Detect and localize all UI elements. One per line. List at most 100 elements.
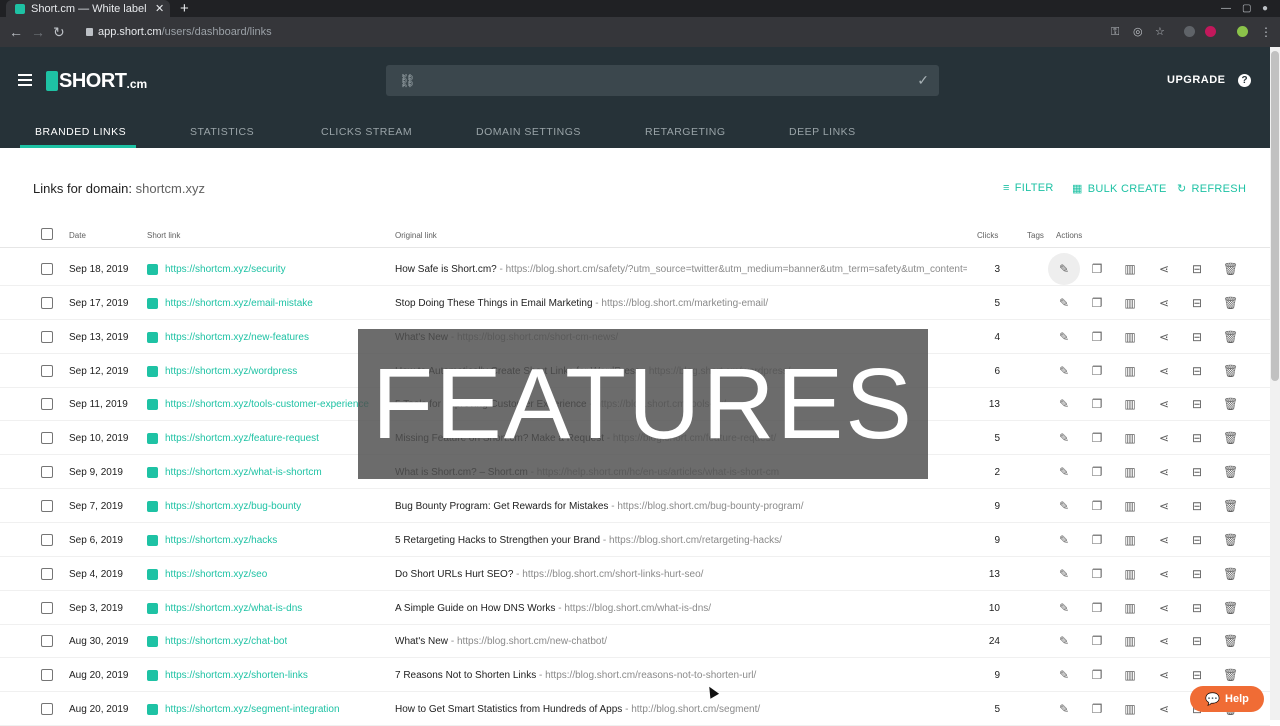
menu-icon[interactable] (18, 74, 32, 86)
row-checkbox[interactable] (41, 432, 53, 444)
edit-icon[interactable]: ✎ (1057, 499, 1071, 513)
back-icon[interactable]: ← (9, 24, 23, 40)
archive-icon[interactable]: ⊟ (1190, 364, 1204, 378)
archive-icon[interactable]: ⊟ (1190, 465, 1204, 479)
archive-icon[interactable]: ⊟ (1190, 601, 1204, 615)
delete-icon[interactable]: 🗑 (1223, 431, 1238, 445)
edit-icon[interactable]: ✎ (1057, 465, 1071, 479)
share-icon[interactable]: ⋖ (1157, 364, 1171, 378)
copy-icon[interactable]: ❐ (1090, 533, 1104, 547)
share-icon[interactable]: ⋖ (1157, 533, 1171, 547)
row-checkbox[interactable] (41, 331, 53, 343)
row-checkbox[interactable] (41, 297, 53, 309)
row-checkbox[interactable] (41, 534, 53, 546)
row-short-link[interactable]: https://shortcm.xyz/bug-bounty (165, 501, 301, 512)
copy-icon[interactable]: ❐ (1090, 499, 1104, 513)
statistics-icon[interactable]: ▥ (1123, 668, 1137, 682)
row-short-link[interactable]: https://shortcm.xyz/new-features (165, 332, 309, 343)
delete-icon[interactable]: 🗑 (1223, 330, 1238, 344)
row-original-link[interactable]: 7 Reasons Not to Shorten Links - https:/… (395, 670, 967, 681)
delete-icon[interactable]: 🗑 (1223, 262, 1238, 276)
statistics-icon[interactable]: ▥ (1123, 601, 1137, 615)
tab-branded-links[interactable]: BRANDED LINKS (35, 126, 126, 138)
reload-icon[interactable]: ↻ (53, 24, 65, 40)
copy-icon[interactable]: ❐ (1090, 431, 1104, 445)
address-bar[interactable]: app.short.cm/users/dashboard/links (98, 25, 272, 39)
window-close-icon[interactable]: ● (1262, 0, 1268, 17)
refresh-button[interactable]: ↻ REFRESH (1177, 182, 1246, 195)
edit-icon[interactable]: ✎ (1057, 262, 1071, 276)
archive-icon[interactable]: ⊟ (1190, 567, 1204, 581)
delete-icon[interactable]: 🗑 (1223, 601, 1238, 615)
domain-name[interactable]: shortcm.xyz (136, 181, 205, 196)
statistics-icon[interactable]: ▥ (1123, 533, 1137, 547)
row-short-link[interactable]: https://shortcm.xyz/what-is-shortcm (165, 467, 322, 478)
edit-icon[interactable]: ✎ (1057, 364, 1071, 378)
share-icon[interactable]: ⋖ (1157, 296, 1171, 310)
edit-icon[interactable]: ✎ (1057, 702, 1071, 716)
share-icon[interactable]: ⋖ (1157, 262, 1171, 276)
edit-icon[interactable]: ✎ (1057, 397, 1071, 411)
archive-icon[interactable]: ⊟ (1190, 499, 1204, 513)
statistics-icon[interactable]: ▥ (1123, 397, 1137, 411)
share-icon[interactable]: ⋖ (1157, 499, 1171, 513)
edit-icon[interactable]: ✎ (1057, 330, 1071, 344)
table-row[interactable]: Sep 3, 2019 https://shortcm.xyz/what-is-d… (0, 591, 1270, 625)
upgrade-button[interactable]: UPGRADE (1167, 74, 1226, 86)
row-checkbox[interactable] (41, 500, 53, 512)
row-original-link[interactable]: Do Short URLs Hurt SEO? - https://blog.s… (395, 569, 967, 580)
delete-icon[interactable]: 🗑 (1223, 567, 1238, 581)
delete-icon[interactable]: 🗑 (1223, 499, 1238, 513)
row-short-link[interactable]: https://shortcm.xyz/feature-request (165, 433, 319, 444)
archive-icon[interactable]: ⊟ (1190, 533, 1204, 547)
copy-icon[interactable]: ❐ (1090, 364, 1104, 378)
extension-icon[interactable] (1184, 26, 1195, 37)
row-checkbox[interactable] (41, 263, 53, 275)
table-row[interactable]: Sep 7, 2019 https://shortcm.xyz/bug-bount… (0, 489, 1270, 523)
row-short-link[interactable]: https://shortcm.xyz/tools-customer-exper… (165, 399, 369, 410)
row-original-link[interactable]: 5 Retargeting Hacks to Strengthen your B… (395, 535, 967, 546)
tab-statistics[interactable]: STATISTICS (190, 126, 254, 138)
table-row[interactable]: Sep 6, 2019 https://shortcm.xyz/hacks 5 Re… (0, 523, 1270, 557)
statistics-icon[interactable]: ▥ (1123, 567, 1137, 581)
table-row[interactable]: Sep 18, 2019 https://shortcm.xyz/security… (0, 252, 1270, 286)
share-icon[interactable]: ⋖ (1157, 668, 1171, 682)
statistics-icon[interactable]: ▥ (1123, 262, 1137, 276)
row-checkbox[interactable] (41, 635, 53, 647)
target-icon[interactable]: ◎ (1133, 24, 1143, 40)
share-icon[interactable]: ⋖ (1157, 397, 1171, 411)
row-short-link[interactable]: https://shortcm.xyz/hacks (165, 535, 277, 546)
tab-deep-links[interactable]: DEEP LINKS (789, 126, 856, 138)
shortcm-logo[interactable]: SHORT .cm (46, 69, 147, 93)
scrollbar-thumb[interactable] (1271, 51, 1279, 381)
new-tab-icon[interactable]: + (180, 0, 189, 17)
archive-icon[interactable]: ⊟ (1190, 634, 1204, 648)
column-original-link[interactable]: Original link (395, 231, 437, 240)
archive-icon[interactable]: ⊟ (1190, 431, 1204, 445)
column-date[interactable]: Date (69, 231, 86, 240)
archive-icon[interactable]: ⊟ (1190, 668, 1204, 682)
select-all-checkbox[interactable] (41, 228, 53, 240)
row-short-link[interactable]: https://shortcm.xyz/shorten-links (165, 670, 308, 681)
copy-icon[interactable]: ❐ (1090, 397, 1104, 411)
column-clicks[interactable]: Clicks (977, 231, 998, 240)
edit-icon[interactable]: ✎ (1057, 296, 1071, 310)
row-checkbox[interactable] (41, 703, 53, 715)
help-widget-button[interactable]: 💬 Help (1190, 686, 1264, 712)
share-icon[interactable]: ⋖ (1157, 634, 1171, 648)
statistics-icon[interactable]: ▥ (1123, 431, 1137, 445)
url-input[interactable] (422, 70, 902, 91)
tab-clicks-stream[interactable]: CLICKS STREAM (321, 126, 412, 138)
row-short-link[interactable]: https://shortcm.xyz/security (165, 264, 286, 275)
tab-retargeting[interactable]: RETARGETING (645, 126, 726, 138)
row-original-link[interactable]: How to Get Smart Statistics from Hundred… (395, 704, 967, 715)
check-icon[interactable]: ✓ (917, 72, 929, 88)
browser-tab[interactable]: Short.cm — White label U ✕ (6, 0, 170, 17)
edit-icon[interactable]: ✎ (1057, 668, 1071, 682)
archive-icon[interactable]: ⊟ (1190, 330, 1204, 344)
statistics-icon[interactable]: ▥ (1123, 296, 1137, 310)
close-tab-icon[interactable]: ✕ (155, 2, 164, 15)
help-icon[interactable]: ? (1238, 74, 1251, 87)
copy-icon[interactable]: ❐ (1090, 668, 1104, 682)
filter-button[interactable]: ≡ FILTER (1003, 182, 1054, 194)
